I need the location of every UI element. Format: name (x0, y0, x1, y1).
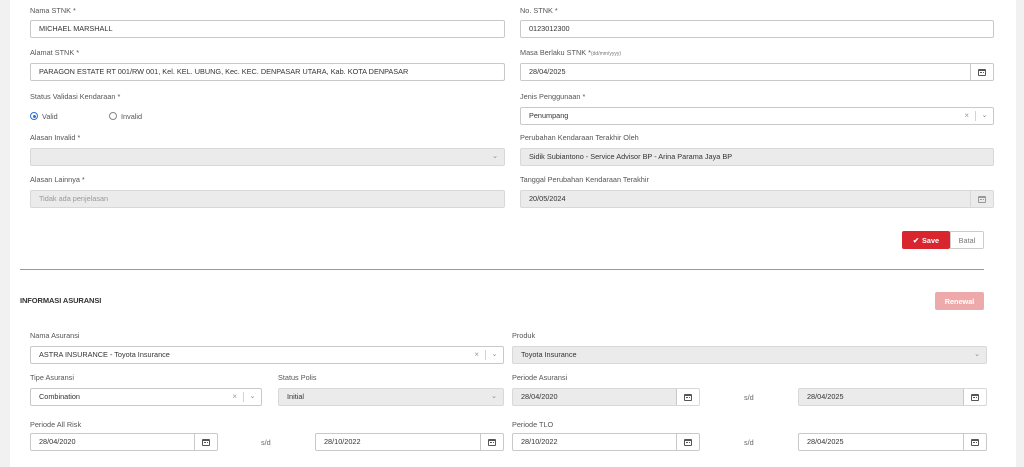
periode-tlo-label: Periode TLO (512, 420, 554, 429)
sd-label: s/d (261, 438, 271, 447)
jenis-penggunaan-select[interactable]: Penumpang × ⌄ (520, 107, 994, 125)
periode-asuransi-start-value: 28/04/2020 (521, 392, 558, 401)
nama-stnk-label: Nama STNK (30, 6, 76, 15)
periode-asuransi-start: 28/04/2020 (512, 388, 700, 406)
chevron-down-icon[interactable]: ⌄ (486, 149, 504, 165)
masa-berlaku-label: Masa Berlaku STNK *(dd/mm/yyyy) (520, 48, 621, 57)
radio-invalid-label[interactable]: Invalid (121, 112, 142, 121)
no-stnk-input[interactable]: 0123012300 (520, 20, 994, 38)
tanggal-perubahan-label: Tanggal Perubahan Kendaraan Terakhir (520, 175, 649, 184)
masa-berlaku-input[interactable]: 28/04/2025 (520, 63, 994, 81)
nama-asuransi-value: ASTRA INSURANCE - Toyota Insurance (39, 350, 170, 359)
periode-all-risk-label: Periode All Risk (30, 420, 82, 429)
periode-tlo-start[interactable]: 28/10/2022 (512, 433, 700, 451)
tipe-asuransi-label: Tipe Asuransi (30, 373, 74, 382)
periode-asuransi-start-calendar[interactable] (676, 389, 699, 405)
periode-all-risk-start-value: 28/04/2020 (39, 437, 76, 446)
periode-asuransi-end-calendar[interactable] (963, 389, 986, 405)
status-polis-label: Status Polis (278, 373, 317, 382)
calendar-icon (202, 438, 210, 446)
nama-stnk-input[interactable]: MICHAEL MARSHALL (30, 20, 505, 38)
sd-label: s/d (744, 393, 754, 402)
tanggal-perubahan-value: 20/05/2024 (529, 194, 566, 203)
alamat-stnk-label: Alamat STNK (30, 48, 79, 57)
periode-all-risk-end-calendar[interactable] (480, 434, 503, 450)
jenis-penggunaan-label: Jenis Penggunaan (520, 92, 585, 101)
alasan-lainnya-label: Alasan Lainnya (30, 175, 85, 184)
alasan-invalid-select[interactable]: ⌄ (30, 148, 505, 166)
periode-tlo-end-value: 28/04/2025 (807, 437, 844, 446)
periode-asuransi-label: Periode Asuransi (512, 373, 568, 382)
chevron-down-icon[interactable]: ⌄ (243, 392, 261, 402)
renewal-button[interactable]: Renewal (935, 292, 984, 310)
clear-icon[interactable]: × (964, 108, 969, 124)
periode-asuransi-end: 28/04/2025 (798, 388, 987, 406)
check-icon: ✔ (912, 235, 920, 245)
produk-select[interactable]: Toyota Insurance ⌄ (512, 346, 987, 364)
radio-invalid[interactable] (109, 112, 117, 120)
save-button[interactable]: ✔ Save (902, 231, 950, 249)
tipe-asuransi-value: Combination (39, 392, 80, 401)
periode-tlo-end-calendar[interactable] (963, 434, 986, 450)
save-label: Save (922, 235, 940, 245)
nama-asuransi-select[interactable]: ASTRA INSURANCE - Toyota Insurance × ⌄ (30, 346, 504, 364)
chevron-down-icon[interactable]: ⌄ (975, 111, 993, 121)
masa-berlaku-value: 28/04/2025 (529, 67, 566, 76)
status-polis-select[interactable]: Initial ⌄ (278, 388, 504, 406)
radio-valid-label[interactable]: Valid (42, 112, 58, 121)
calendar-icon (488, 438, 496, 446)
sd-label: s/d (744, 438, 754, 447)
jenis-penggunaan-value: Penumpang (529, 111, 569, 120)
perubahan-oleh-label: Perubahan Kendaraan Terakhir Oleh (520, 133, 639, 142)
no-stnk-label: No. STNK (520, 6, 558, 15)
alamat-stnk-input[interactable]: PARAGON ESTATE RT 001/RW 001, Kel. KEL. … (30, 63, 505, 81)
calendar-icon (971, 393, 979, 401)
section-divider (20, 269, 984, 270)
produk-label: Produk (512, 331, 536, 340)
nama-asuransi-label: Nama Asuransi (30, 331, 80, 340)
tanggal-perubahan-field: 20/05/2024 (520, 190, 994, 208)
periode-all-risk-end[interactable]: 28/10/2022 (315, 433, 504, 451)
produk-value: Toyota Insurance (521, 350, 577, 359)
calendar-icon (978, 68, 986, 76)
chevron-down-icon[interactable]: ⌄ (485, 389, 503, 405)
calendar-icon (971, 438, 979, 446)
status-validasi-label: Status Validasi Kendaraan (30, 92, 120, 101)
radio-valid[interactable] (30, 112, 38, 120)
tanggal-perubahan-calendar (970, 191, 993, 207)
masa-berlaku-calendar-button[interactable] (970, 64, 993, 80)
perubahan-oleh-field: Sidik Subiantono - Service Advisor BP - … (520, 148, 994, 166)
periode-all-risk-start-calendar[interactable] (194, 434, 217, 450)
periode-tlo-end[interactable]: 28/04/2025 (798, 433, 987, 451)
periode-tlo-start-value: 28/10/2022 (521, 437, 558, 446)
clear-icon[interactable]: × (474, 347, 479, 363)
calendar-icon (684, 438, 692, 446)
periode-all-risk-start[interactable]: 28/04/2020 (30, 433, 218, 451)
tipe-asuransi-select[interactable]: Combination × ⌄ (30, 388, 262, 406)
clear-icon[interactable]: × (232, 389, 237, 405)
alasan-invalid-label: Alasan Invalid (30, 133, 80, 142)
periode-all-risk-end-value: 28/10/2022 (324, 437, 361, 446)
cancel-button[interactable]: Batal (950, 231, 984, 249)
chevron-down-icon[interactable]: ⌄ (968, 347, 986, 363)
periode-tlo-start-calendar[interactable] (676, 434, 699, 450)
calendar-icon (978, 195, 986, 203)
calendar-icon (684, 393, 692, 401)
status-polis-value: Initial (287, 392, 305, 401)
alasan-lainnya-input[interactable]: Tidak ada penjelasan (30, 190, 505, 208)
chevron-down-icon[interactable]: ⌄ (485, 350, 503, 360)
section-title: INFORMASI ASURANSI (20, 296, 102, 305)
date-format-note: (dd/mm/yyyy) (590, 51, 621, 57)
periode-asuransi-end-value: 28/04/2025 (807, 392, 844, 401)
